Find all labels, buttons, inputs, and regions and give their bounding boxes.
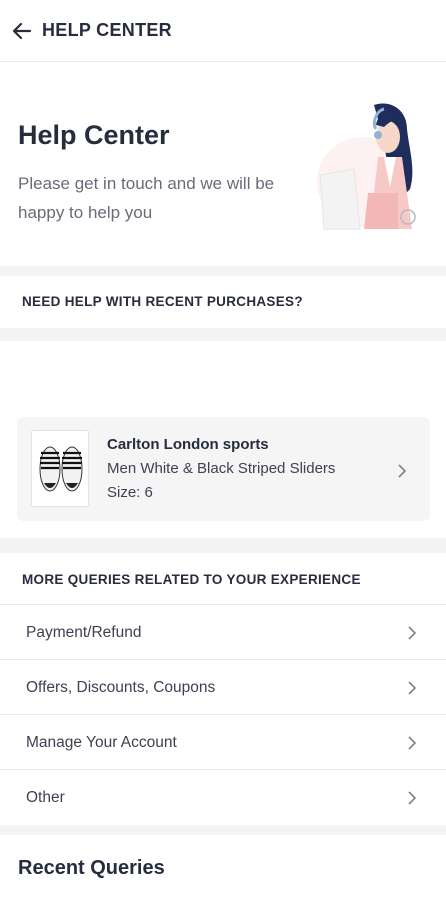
query-label: Offers, Discounts, Coupons xyxy=(26,679,216,696)
purchases-header: NEED HELP WITH RECENT PURCHASES? xyxy=(0,276,446,328)
more-queries-section: MORE QUERIES RELATED TO YOUR EXPERIENCE … xyxy=(0,553,446,825)
arrow-left-icon xyxy=(12,22,32,40)
support-agent-illustration xyxy=(317,103,416,230)
section-divider xyxy=(0,538,446,553)
query-item-other[interactable]: Other xyxy=(0,770,446,825)
query-label: Manage Your Account xyxy=(26,734,177,751)
top-bar: HELP CENTER xyxy=(0,0,446,62)
product-thumbnail xyxy=(31,430,89,507)
query-label: Payment/Refund xyxy=(26,624,142,641)
page-title: HELP CENTER xyxy=(42,20,172,40)
hero-subtitle: Please get in touch and we will be happy… xyxy=(18,174,275,222)
recent-queries-title: Recent Queries xyxy=(18,857,165,879)
query-item-offers[interactable]: Offers, Discounts, Coupons xyxy=(0,660,446,715)
queries-header: MORE QUERIES RELATED TO YOUR EXPERIENCE xyxy=(0,553,446,605)
query-item-payment-refund[interactable]: Payment/Refund xyxy=(0,605,446,660)
order-size: Size: 6 xyxy=(107,484,153,501)
query-label: Other xyxy=(26,789,65,806)
order-brand: Carlton London sports xyxy=(107,436,269,453)
hero-title: Help Center xyxy=(18,120,170,150)
chevron-right-icon xyxy=(398,464,407,478)
section-divider xyxy=(0,328,446,341)
back-button[interactable] xyxy=(10,19,34,43)
sliders-image xyxy=(32,431,88,506)
order-card[interactable]: Carlton London sports Men White & Black … xyxy=(17,417,430,521)
queries-heading: MORE QUERIES RELATED TO YOUR EXPERIENCE xyxy=(22,572,361,587)
chevron-right-icon xyxy=(408,736,417,750)
chevron-right-icon xyxy=(408,626,417,640)
recent-purchases: Carlton London sports Men White & Black … xyxy=(0,341,446,538)
section-divider xyxy=(0,825,446,835)
recent-queries-section: Recent Queries xyxy=(0,835,446,897)
chevron-right-icon xyxy=(408,791,417,805)
purchases-heading: NEED HELP WITH RECENT PURCHASES? xyxy=(22,294,303,309)
help-center-hero: Help Center Please get in touch and we w… xyxy=(0,63,446,266)
query-item-manage-account[interactable]: Manage Your Account xyxy=(0,715,446,770)
section-divider xyxy=(0,266,446,276)
order-product-name: Men White & Black Striped Sliders xyxy=(107,460,336,477)
chevron-right-icon xyxy=(408,681,417,695)
